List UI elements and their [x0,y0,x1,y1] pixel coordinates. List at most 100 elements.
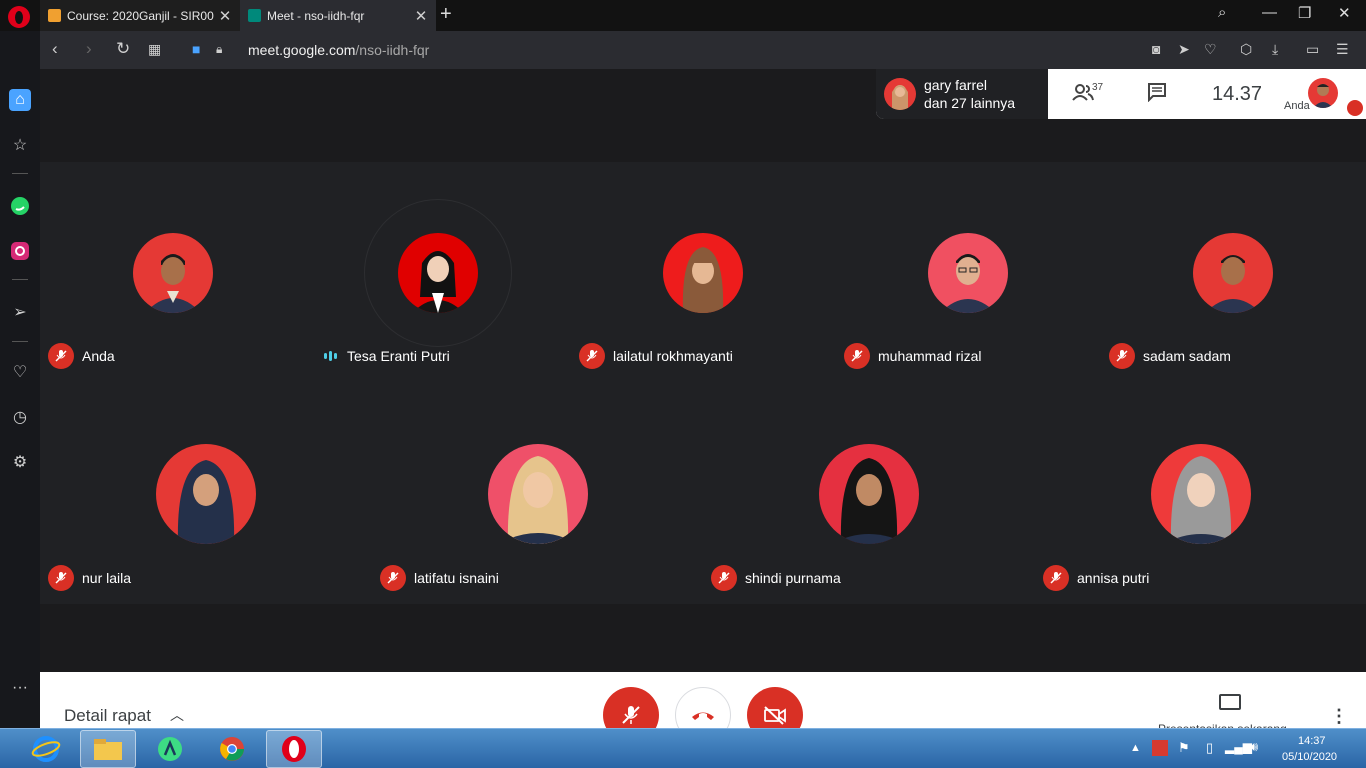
more-options-icon[interactable]: ⋮ [1330,706,1348,727]
participants-row-2: nur laila latifatu isnaini shindi purnam… [40,385,1366,604]
tray-app-icon[interactable] [1152,740,1168,756]
chat-icon[interactable] [1147,82,1167,107]
participant-tile[interactable]: sadam sadam [1100,162,1366,385]
android-studio-icon[interactable] [142,730,198,768]
camera-in-use-icon[interactable]: ■ [192,41,200,57]
windows-taskbar: ▲ ⚑ ▯ ▂▄▆ 🔊︎ 14:37 05/10/2020 [0,728,1366,768]
star-icon[interactable]: ☆ [9,134,31,156]
tab-course[interactable]: Course: 2020Ganjil - SIR00 ✕ [40,0,240,31]
participant-avatar [133,233,213,313]
muted-icon [1109,343,1135,369]
participant-avatar [156,444,256,544]
close-window-icon[interactable]: ✕ [1338,4,1351,22]
presenter-info[interactable]: gary farrel dan 27 lainnya [876,69,1048,119]
participant-name: nur laila [82,570,132,586]
participant-avatar [1151,444,1251,544]
mic-off-icon [622,706,640,724]
participant-avatar [819,444,919,544]
participant-name: muhammad rizal [878,348,982,364]
participant-tile[interactable]: annisa putri [1035,385,1366,604]
participant-avatar [663,233,743,313]
self-label: Anda [1284,100,1310,112]
extensions-icon[interactable]: ⬡ [1240,41,1252,58]
participant-name: shindi purnama [745,570,841,586]
url-path: /nso-iidh-fqr [355,42,430,58]
participant-tile[interactable]: Tesa Eranti Putri [305,162,570,385]
chrome-icon[interactable] [204,730,260,768]
more-icon[interactable]: ··· [9,677,31,699]
instagram-icon[interactable] [9,240,31,262]
presenter-avatar [884,78,916,110]
action-center-flag-icon[interactable]: ⚑ [1178,740,1190,756]
url-field[interactable]: meet.google.com/nso-iidh-fqr [248,42,429,58]
minimize-icon[interactable]: — [1262,4,1277,21]
url-domain: meet.google.com [248,42,356,58]
easy-setup-icon[interactable]: ☰ [1336,41,1349,58]
download-icon[interactable]: ⤓ [1272,41,1278,58]
participant-tile[interactable]: Anda [40,162,305,385]
tab-meet[interactable]: Meet - nso-iidh-fqr ✕ [240,0,436,31]
forward-icon[interactable]: › [86,39,92,59]
presenter-name: gary farrel [924,77,988,93]
back-icon[interactable]: ‹ [52,39,58,59]
participant-name: latifatu isnaini [414,570,499,586]
meet-controls: Detail rapat ︿ Presentasikan sekarang ⋮ [40,672,1366,743]
speed-dial-icon[interactable]: ▦ [148,41,161,58]
heart-icon[interactable]: ♡ [9,361,31,383]
self-muted-icon [1347,100,1363,116]
participant-name: lailatul rokhmayanti [613,348,733,364]
close-tab-icon[interactable]: ✕ [414,7,428,25]
taskbar-date[interactable]: 05/10/2020 [1282,751,1337,763]
tab-title: Course: 2020Ganjil - SIR00 [67,8,214,23]
snapshot-icon[interactable]: ◙ [1152,41,1160,57]
close-tab-icon[interactable]: ✕ [218,7,232,25]
participant-avatar [928,233,1008,313]
participant-tile[interactable]: lailatul rokhmayanti [570,162,835,385]
show-hidden-icons-icon[interactable]: ▲ [1130,742,1141,754]
participant-name: Anda [82,348,115,364]
self-avatar[interactable] [1308,78,1338,108]
network-signal-icon[interactable]: ▂▄▆ [1225,740,1252,754]
meet-favicon-icon [248,9,261,22]
search-tabs-icon[interactable]: ⌕ [1218,4,1226,21]
participant-name: annisa putri [1077,570,1150,586]
participant-avatar [1193,233,1273,313]
chevron-up-icon[interactable]: ︿ [170,705,184,725]
present-screen-icon[interactable] [1219,694,1241,710]
maximize-icon[interactable]: ❐ [1298,4,1311,22]
volume-icon[interactable]: 🔊︎ [1250,739,1258,755]
muted-icon [711,565,737,591]
file-explorer-icon[interactable] [80,730,136,768]
battery-icon[interactable]: ▯ [1206,740,1213,756]
participant-tile[interactable]: latifatu isnaini [371,385,703,604]
muted-icon [380,565,406,591]
participant-tile[interactable]: shindi purnama [703,385,1035,604]
participant-name: sadam sadam [1143,348,1231,364]
reload-icon[interactable]: ↻ [116,39,130,59]
bookmark-heart-icon[interactable]: ♡ [1204,41,1217,58]
hangup-icon [692,712,714,720]
battery-saver-icon[interactable]: ▭ [1306,41,1319,58]
home-icon[interactable]: ⌂ [9,89,31,111]
internet-explorer-icon[interactable] [18,730,74,768]
browser-tabstrip: Course: 2020Ganjil - SIR00 ✕ Meet - nso-… [0,0,1366,31]
muted-icon [844,343,870,369]
taskbar-time[interactable]: 14:37 [1298,735,1326,747]
whatsapp-icon[interactable] [9,195,31,217]
meeting-clock: 14.37 [1212,83,1263,105]
meeting-details-button[interactable]: Detail rapat [64,706,151,726]
history-icon[interactable]: ◷ [9,406,31,428]
muted-icon [48,343,74,369]
settings-icon[interactable]: ⚙ [9,451,31,473]
lock-icon: 🔒︎ [216,42,223,56]
muted-icon [1043,565,1069,591]
share-icon[interactable]: ➤ [1178,41,1190,58]
new-tab-icon[interactable]: + [440,3,452,26]
participant-tile[interactable]: nur laila [40,385,371,604]
participant-tile[interactable]: muhammad rizal [835,162,1100,385]
send-icon[interactable]: ➢ [9,301,31,323]
people-icon[interactable] [1072,83,1094,106]
opera-taskbar-icon[interactable] [266,730,322,768]
opera-logo-icon[interactable] [8,6,30,28]
speaking-indicator-icon [317,343,343,369]
